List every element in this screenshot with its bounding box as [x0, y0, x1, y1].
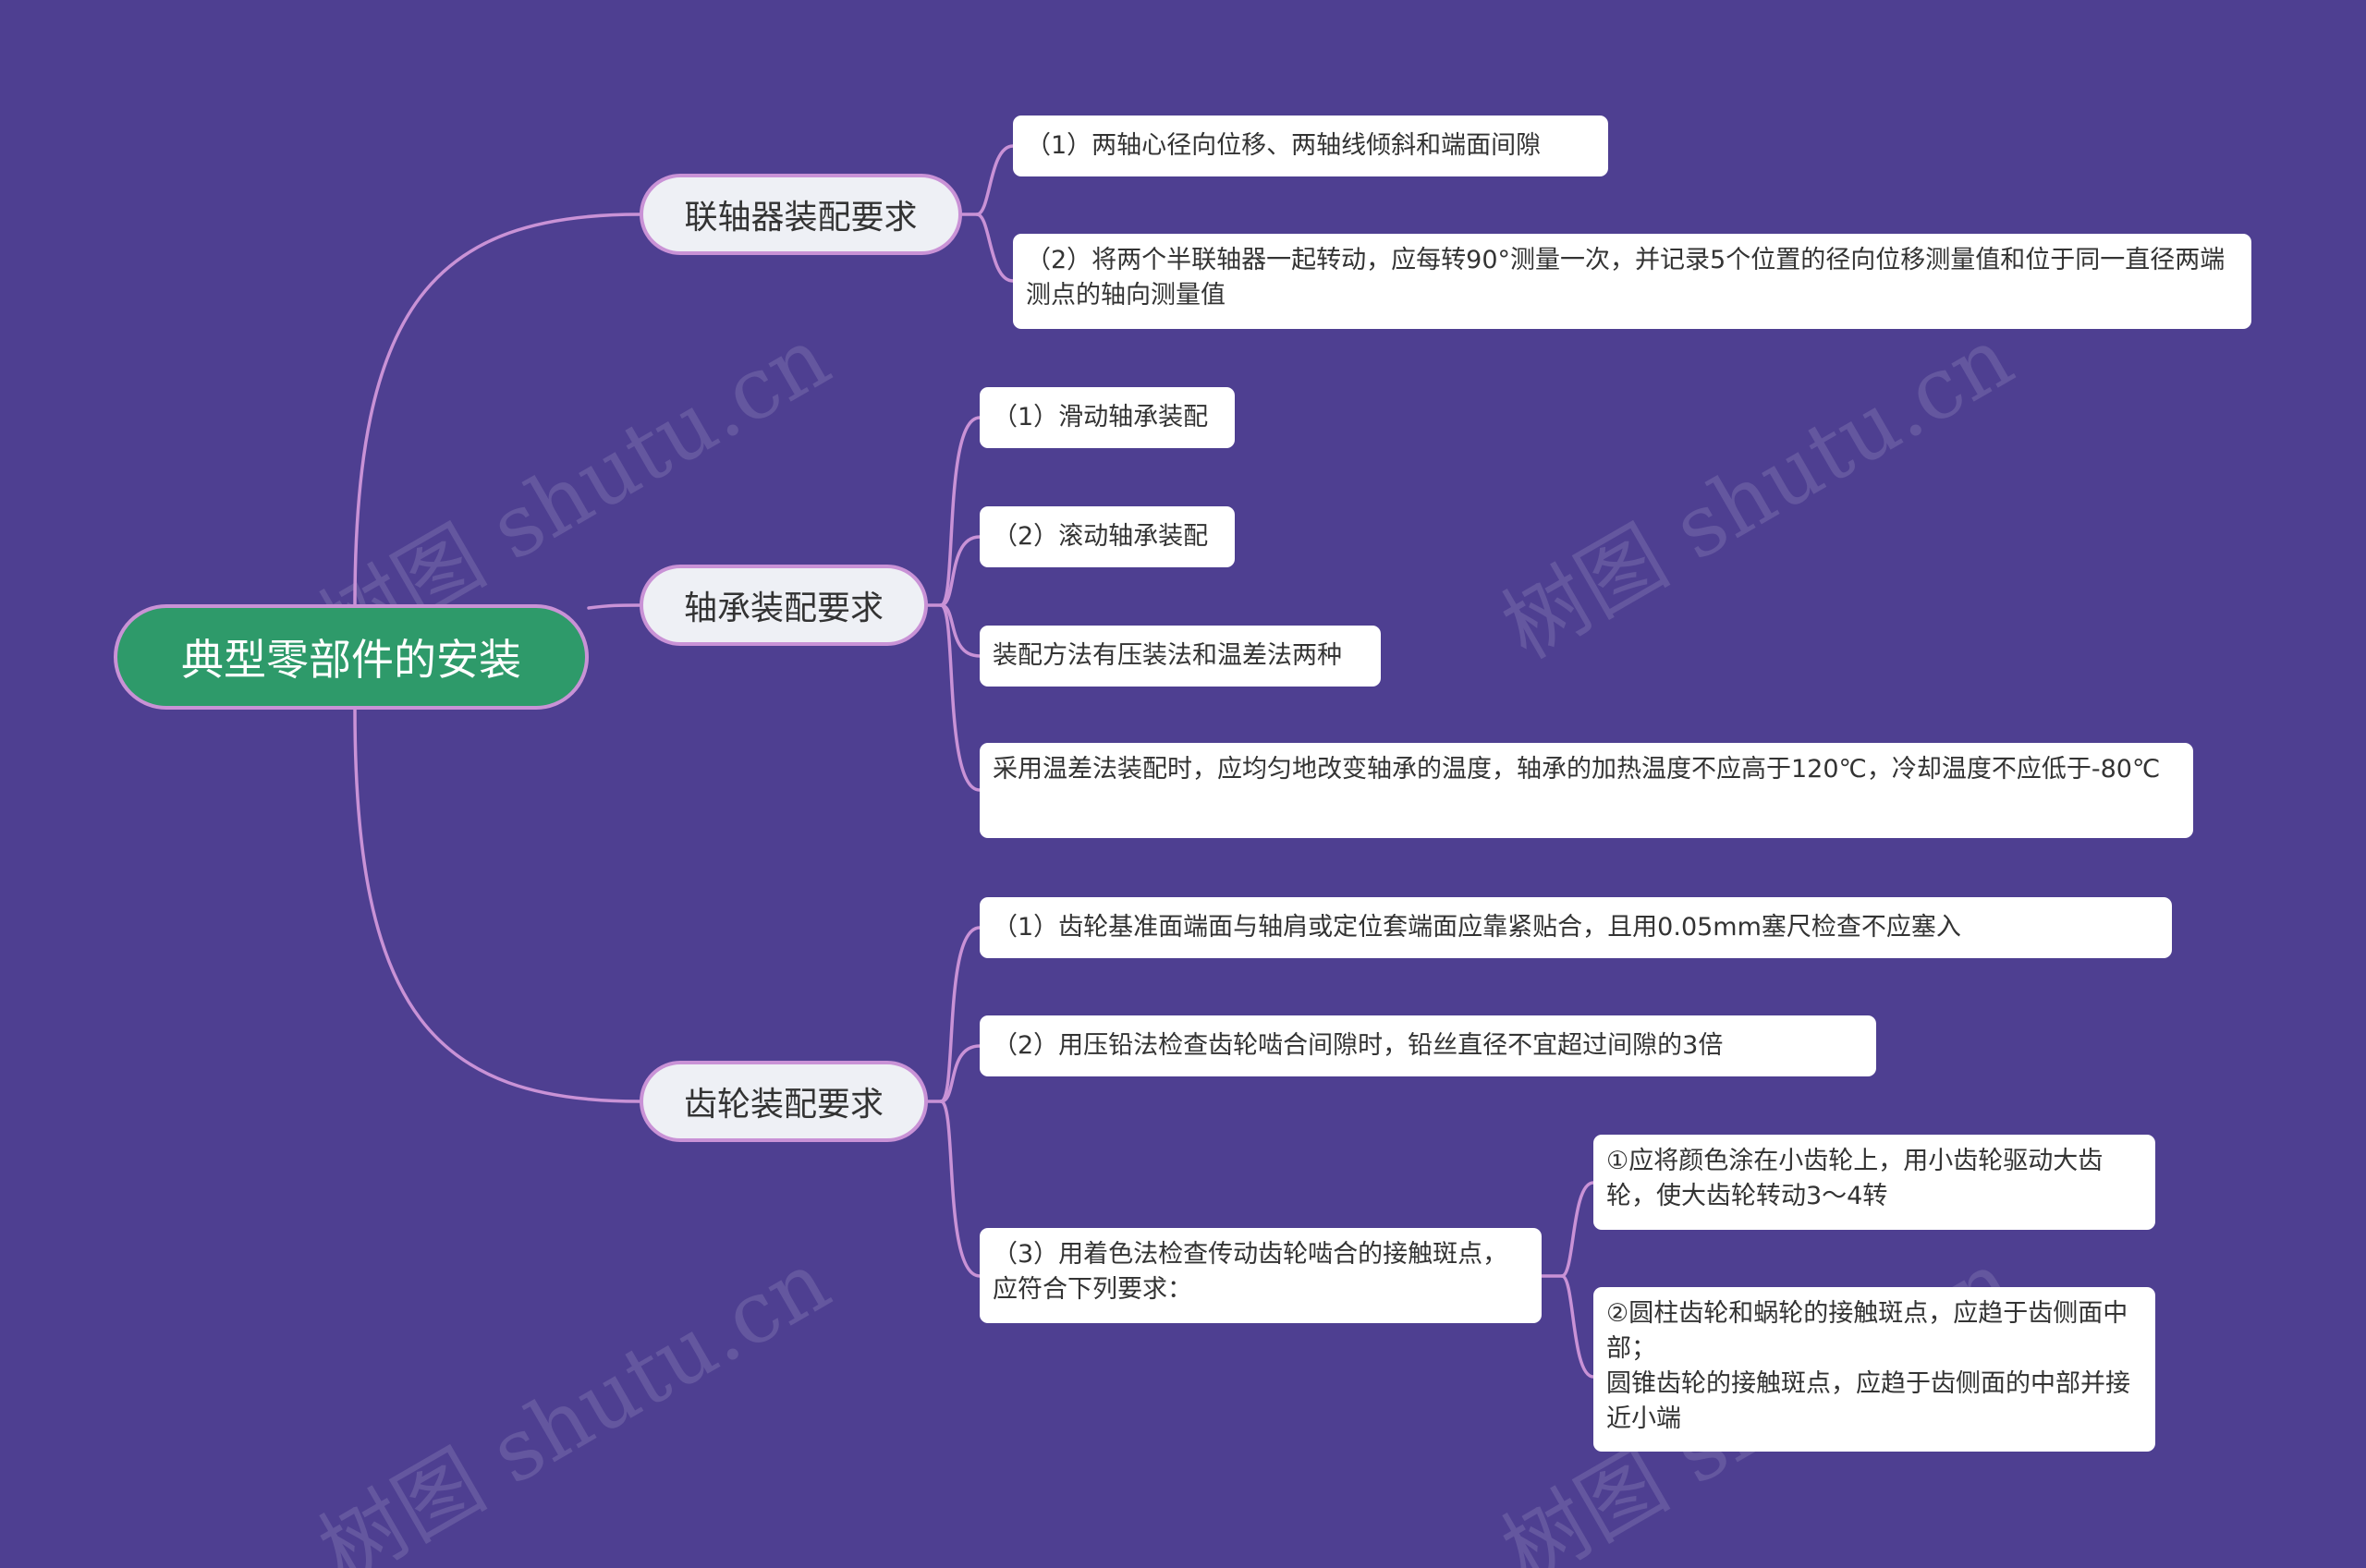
mindmap-canvas: 树图 shutu.cn 树图 shutu.cn 树图 shutu.cn 树图 s…: [0, 0, 2366, 1568]
leaf-node[interactable]: （1）滑动轴承装配: [980, 387, 1235, 448]
connector-root-branch1: [353, 213, 641, 606]
connector-branch1-child1: [960, 144, 1015, 216]
leaf-node[interactable]: 装配方法有压装法和温差法两种: [980, 626, 1381, 687]
leaf-node[interactable]: （2）将两个半联轴器一起转动，应每转90°测量一次，并记录5个位置的径向位移测量…: [1013, 234, 2251, 329]
leaf-node[interactable]: （1）两轴心径向位移、两轴线倾斜和端面间隙: [1013, 115, 1608, 176]
leaf-node[interactable]: （3）用着色法检查传动齿轮啮合的接触斑点，应符合下列要求：: [980, 1228, 1542, 1323]
leaf-node[interactable]: ②圆柱齿轮和蜗轮的接触斑点，应趋于齿侧面中部； 圆锥齿轮的接触斑点，应趋于齿侧面…: [1593, 1287, 2155, 1452]
connector-branch3-child3: [939, 1100, 982, 1278]
leaf-node[interactable]: ①应将颜色涂在小齿轮上，用小齿轮驱动大齿轮，使大齿轮转动3～4转: [1593, 1135, 2155, 1230]
leaf-node[interactable]: （1）齿轮基准面端面与轴肩或定位套端面应靠紧贴合，且用0.05mm塞尺检查不应塞…: [980, 897, 2172, 958]
connector-branch2-child4: [939, 603, 982, 792]
connector-root-branch3: [353, 708, 641, 1103]
leaf-node[interactable]: （2）滚动轴承装配: [980, 506, 1235, 567]
branch-gear-requirements[interactable]: 齿轮装配要求: [640, 1061, 928, 1142]
connector-sub-child2: [1560, 1274, 1595, 1379]
connector-root-branch2: [587, 603, 641, 610]
branch-coupling-requirements[interactable]: 联轴器装配要求: [640, 174, 962, 255]
root-node[interactable]: 典型零部件的安装: [114, 604, 589, 710]
leaf-node[interactable]: （2）用压铅法检查齿轮啮合间隙时，铅丝直径不宜超过间隙的3倍: [980, 1015, 1876, 1076]
connector-sub-child1: [1540, 1181, 1595, 1278]
connector-branch1-child2: [975, 213, 1015, 283]
leaf-node[interactable]: 采用温差法装配时，应均匀地改变轴承的温度，轴承的加热温度不应高于120℃，冷却温…: [980, 743, 2193, 838]
branch-bearing-requirements[interactable]: 轴承装配要求: [640, 565, 928, 646]
